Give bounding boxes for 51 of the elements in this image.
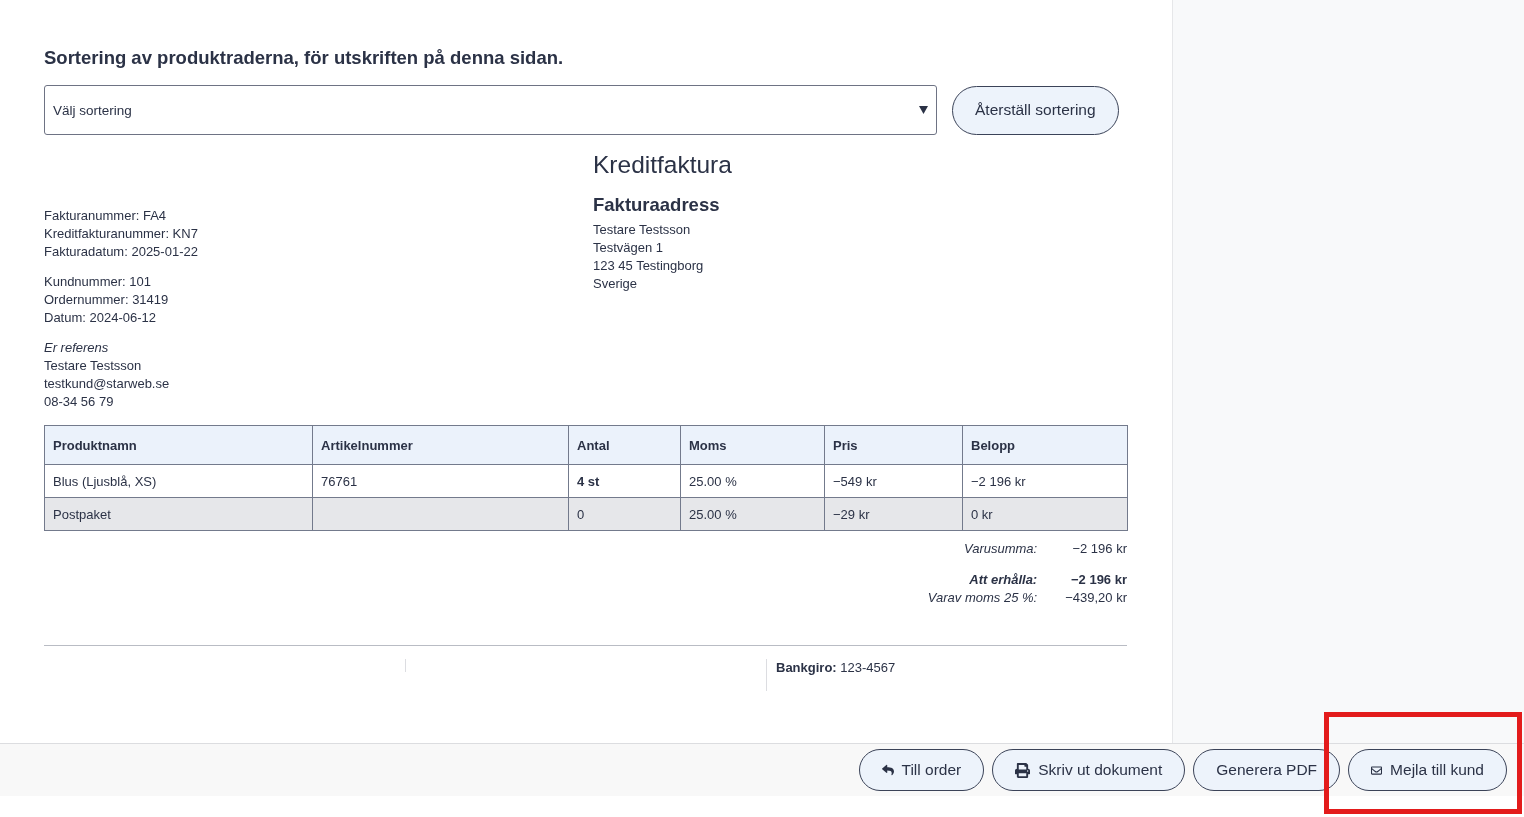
column-header: Pris xyxy=(824,425,963,465)
action-button[interactable]: Skriv ut dokument xyxy=(992,749,1186,791)
total-label: Varusumma: xyxy=(963,540,1038,558)
table-cell: 0 xyxy=(568,497,681,531)
total-label: Varav moms 25 %: xyxy=(927,589,1038,607)
table-cell: 4 st xyxy=(568,464,681,498)
table-cell: −2 196 kr xyxy=(962,464,1128,498)
total-value: −2 196 kr xyxy=(1069,571,1127,589)
sort-select[interactable]: Välj sortering xyxy=(44,85,937,135)
table-cell: Blus (Ljusblå, XS) xyxy=(44,464,313,498)
address-heading: Fakturaadress xyxy=(593,194,721,216)
table-cell: −549 kr xyxy=(824,464,963,498)
table-cell: 76761 xyxy=(312,464,569,498)
invoice-detail: Datum: 2024-06-12 xyxy=(44,309,157,327)
table-cell: Postpaket xyxy=(44,497,313,531)
table-cell: 0 kr xyxy=(962,497,1128,531)
printer-icon xyxy=(1015,762,1031,778)
reply-arrow-icon xyxy=(881,764,894,776)
reference-heading: Er referens xyxy=(44,339,110,357)
table-cell: 25.00 % xyxy=(680,497,825,531)
column-header: Moms xyxy=(680,425,825,465)
envelope-icon xyxy=(1371,764,1383,776)
total-value: −439,20 kr xyxy=(1065,589,1127,607)
invoice-detail: Ordernummer: 31419 xyxy=(44,291,170,309)
invoice-detail: testkund@starweb.se xyxy=(44,375,171,393)
action-button[interactable]: Generera PDF xyxy=(1193,749,1341,791)
total-label: Att erhålla: xyxy=(968,571,1038,589)
action-button[interactable]: Mejla till kund xyxy=(1348,749,1507,791)
action-button[interactable]: Till order xyxy=(858,749,985,791)
table-cell: −29 kr xyxy=(824,497,963,531)
column-header: Artikelnummer xyxy=(312,425,569,465)
column-header: Belopp xyxy=(962,425,1128,465)
invoice-detail: Kundnummer: 101 xyxy=(44,273,152,291)
invoice-detail: Kreditfakturanummer: KN7 xyxy=(44,225,199,243)
document-title: Kreditfaktura xyxy=(593,151,733,179)
bankgiro-text: Bankgiro: 123-4567 xyxy=(776,659,897,677)
invoice-detail: Fakturadatum: 2025-01-22 xyxy=(44,243,199,261)
invoice-detail: 08-34 56 79 xyxy=(44,393,115,411)
reset-sort-button[interactable]: Återställ sortering xyxy=(952,85,1119,135)
address-line: Sverige xyxy=(593,275,639,293)
column-header: Antal xyxy=(568,425,681,465)
invoice-detail: Testare Testsson xyxy=(44,357,143,375)
address-line: Testare Testsson xyxy=(593,221,692,239)
invoice-detail: Fakturanummer: FA4 xyxy=(44,207,168,225)
address-line: Testvägen 1 xyxy=(593,239,665,257)
address-line: 123 45 Testingborg xyxy=(593,257,705,275)
column-header: Produktnamn xyxy=(44,425,313,465)
caret-icon xyxy=(919,106,928,114)
table-cell: 25.00 % xyxy=(680,464,825,498)
sort-heading: Sortering av produktraderna, för utskriften på denna sidan. xyxy=(44,47,565,69)
total-value: −2 196 kr xyxy=(1071,540,1127,558)
